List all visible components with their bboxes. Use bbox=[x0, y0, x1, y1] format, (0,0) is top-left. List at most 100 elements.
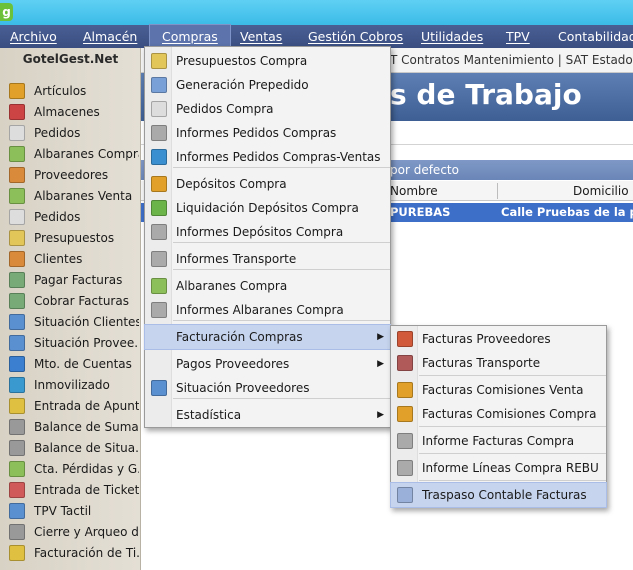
sidebar-item[interactable]: Almacenes bbox=[6, 102, 139, 122]
compras-menu-item-label: Presupuestos Compra bbox=[176, 54, 308, 68]
warehouse-icon bbox=[9, 104, 25, 120]
facturacion-submenu-item[interactable]: Informe Líneas Compra REBU bbox=[391, 456, 606, 480]
sidebar-item[interactable]: Entrada de Tickets bbox=[6, 480, 139, 500]
sidebar-item[interactable]: Clientes bbox=[6, 249, 139, 269]
sidebar-title: GotelGest.Net bbox=[22, 52, 119, 66]
compras-menu-item-label: Facturación Compras bbox=[176, 330, 303, 344]
cash-icon bbox=[9, 293, 25, 309]
facturacion-submenu-item[interactable]: Traspaso Contable Facturas bbox=[390, 482, 607, 508]
compras-menu-item[interactable]: Presupuestos Compra bbox=[145, 49, 390, 73]
tab-strip[interactable]: T Contratos Mantenimiento | SAT Estados … bbox=[390, 48, 633, 73]
sidebar-item[interactable]: Pedidos bbox=[6, 123, 139, 143]
facturacion-submenu-item[interactable]: Informe Facturas Compra bbox=[391, 429, 606, 453]
facturacion-submenu-item[interactable]: Facturas Proveedores bbox=[391, 327, 606, 351]
sidebar-item[interactable]: Cta. Pérdidas y G... bbox=[6, 459, 139, 479]
compras-menu-item-label: Liquidación Depósitos Compra bbox=[176, 201, 359, 215]
menu-tpv[interactable]: TPV bbox=[506, 25, 530, 48]
cell-nombre: PUREBAS bbox=[390, 205, 451, 219]
sidebar-item[interactable]: Pagar Facturas bbox=[6, 270, 139, 290]
user-icon bbox=[9, 251, 25, 267]
document-icon bbox=[9, 125, 25, 141]
sidebar-item[interactable]: Albaranes Venta bbox=[6, 186, 139, 206]
compras-menu-item[interactable]: Informes Albaranes Compra bbox=[145, 298, 390, 322]
compras-menu-item-label: Informes Pedidos Compras bbox=[176, 126, 337, 140]
compras-menu-item[interactable]: Depósitos Compra bbox=[145, 172, 390, 196]
sidebar-item[interactable]: Artículos bbox=[6, 81, 139, 101]
printer-icon bbox=[151, 224, 167, 240]
compras-menu-item-label: Depósitos Compra bbox=[176, 177, 287, 191]
menu-archivo[interactable]: Archivo bbox=[10, 25, 57, 48]
sidebar-item[interactable]: Pedidos bbox=[6, 207, 139, 227]
page-title: s de Trabajo bbox=[390, 78, 582, 111]
sidebar-item[interactable]: Proveedores bbox=[6, 165, 139, 185]
sidebar-item[interactable]: Presupuestos bbox=[6, 228, 139, 248]
menu-almacen[interactable]: Almacén bbox=[83, 25, 137, 48]
calculator-icon bbox=[9, 419, 25, 435]
database-icon bbox=[9, 356, 25, 372]
sidebar-item-label: Mto. de Cuentas bbox=[34, 357, 132, 371]
compras-menu-item-label: Informes Transporte bbox=[176, 252, 297, 266]
sidebar-item[interactable]: Balance de Suma... bbox=[6, 417, 139, 437]
document-icon bbox=[9, 188, 25, 204]
compras-dropdown-menu: Presupuestos Compra Generación Prepedido P… bbox=[144, 46, 391, 428]
sidebar-item[interactable]: Facturación de Ti... bbox=[6, 543, 139, 563]
document-icon bbox=[151, 278, 167, 294]
user-icon bbox=[9, 167, 25, 183]
sidebar-item-label: Albaranes Venta bbox=[34, 189, 133, 203]
column-header-nombre[interactable]: Nombre bbox=[390, 181, 438, 201]
menu-bar: Archivo Almacén Compras Ventas Gestión C… bbox=[0, 24, 633, 49]
compras-menu-item[interactable]: Estadística ▶ bbox=[145, 403, 390, 427]
facturacion-submenu-item[interactable]: Facturas Transporte bbox=[391, 351, 606, 375]
sidebar-item-label: Inmovilizado bbox=[34, 378, 110, 392]
sidebar-item[interactable]: Mto. de Cuentas bbox=[6, 354, 139, 374]
sidebar-item-label: Balance de Suma... bbox=[34, 420, 139, 434]
title-bar: g bbox=[0, 0, 633, 25]
sidebar-item[interactable]: Cierre y Arqueo d... bbox=[6, 522, 139, 542]
printer-icon bbox=[397, 433, 413, 449]
facturacion-submenu-item-label: Facturas Comisiones Venta bbox=[422, 383, 584, 397]
compras-menu-item[interactable]: Generación Prepedido bbox=[145, 73, 390, 97]
menu-gestion-cobros[interactable]: Gestión Cobros bbox=[308, 25, 403, 48]
sidebar-item[interactable]: Inmovilizado bbox=[6, 375, 139, 395]
sidebar-item[interactable]: Situación Provee... bbox=[6, 333, 139, 353]
menu-ventas[interactable]: Ventas bbox=[240, 25, 282, 48]
compras-menu-item[interactable]: Situación Proveedores bbox=[145, 376, 390, 400]
sidebar-item[interactable]: Albaranes Compra bbox=[6, 144, 139, 164]
compras-menu-item[interactable]: Informes Pedidos Compras bbox=[145, 121, 390, 145]
sidebar-item-label: Cta. Pérdidas y G... bbox=[34, 462, 139, 476]
menu-utilidades[interactable]: Utilidades bbox=[421, 25, 483, 48]
sidebar-item[interactable]: TPV Tactil bbox=[6, 501, 139, 521]
compras-menu-item-label: Pagos Proveedores bbox=[176, 357, 290, 371]
compras-menu-item[interactable]: Informes Transporte bbox=[145, 247, 390, 271]
submenu-arrow-icon: ▶ bbox=[377, 410, 384, 420]
sidebar-item[interactable]: Balance de Situa... bbox=[6, 438, 139, 458]
menu-contabilidad[interactable]: Contabilidad bbox=[558, 25, 633, 48]
sidebar-item-label: TPV Tactil bbox=[34, 504, 92, 518]
facturacion-submenu-item[interactable]: Facturas Comisiones Venta bbox=[391, 378, 606, 402]
menu-compras[interactable]: Compras bbox=[149, 24, 231, 49]
facturacion-submenu-item-label: Informe Facturas Compra bbox=[422, 434, 575, 448]
sidebar-item[interactable]: Entrada de Apunt... bbox=[6, 396, 139, 416]
facturacion-submenu-item[interactable]: Facturas Comisiones Compra bbox=[391, 402, 606, 426]
sidebar-item[interactable]: Cobrar Facturas bbox=[6, 291, 139, 311]
document-icon bbox=[9, 230, 25, 246]
cash-icon bbox=[9, 272, 25, 288]
compras-menu-item[interactable]: Pagos Proveedores ▶ bbox=[145, 352, 390, 376]
sidebar-item-label: Entrada de Apunt... bbox=[34, 399, 139, 413]
compras-menu-item[interactable]: Liquidación Depósitos Compra bbox=[145, 196, 390, 220]
commission-icon bbox=[397, 382, 413, 398]
sidebar-item[interactable]: Situación Clientes bbox=[6, 312, 139, 332]
compras-menu-item[interactable]: Pedidos Compra bbox=[145, 97, 390, 121]
facturacion-submenu-item-label: Informe Líneas Compra REBU bbox=[422, 461, 599, 475]
user-icon bbox=[9, 314, 25, 330]
compras-menu-item-label: Estadística bbox=[176, 408, 242, 422]
sidebar-item-label: Pedidos bbox=[34, 126, 81, 140]
compras-menu-item[interactable]: Informes Pedidos Compras-Ventas bbox=[145, 145, 390, 169]
compras-menu-item[interactable]: Informes Depósitos Compra bbox=[145, 220, 390, 244]
menu-separator bbox=[419, 375, 606, 376]
compras-menu-item[interactable]: Facturación Compras ▶ bbox=[144, 324, 391, 350]
compras-menu-item[interactable]: Albaranes Compra bbox=[145, 274, 390, 298]
user-icon bbox=[9, 335, 25, 351]
column-header-domicilio[interactable]: Domicilio bbox=[573, 181, 629, 201]
printer-icon bbox=[151, 125, 167, 141]
